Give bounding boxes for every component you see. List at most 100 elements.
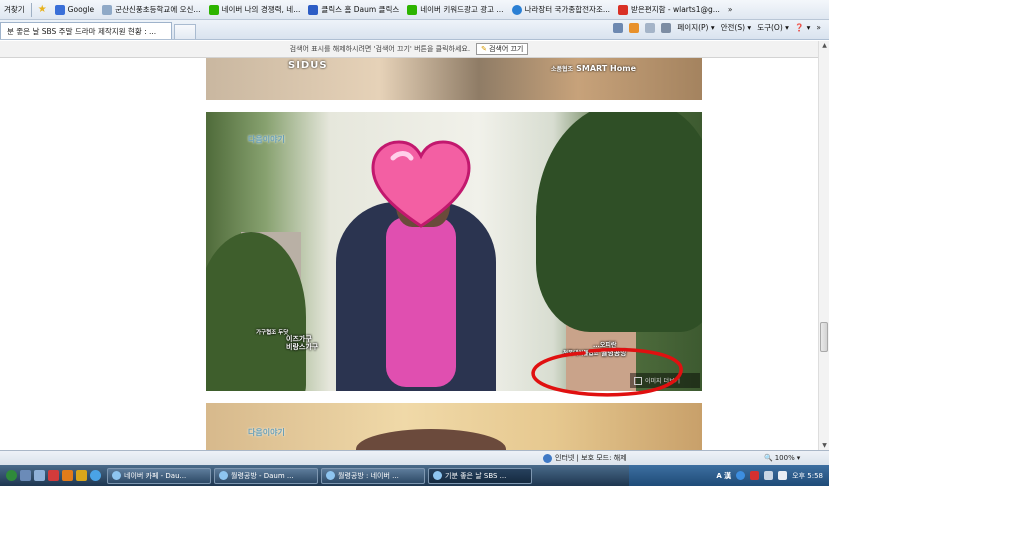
favorite-label: Google — [67, 5, 95, 14]
ie-icon — [326, 471, 335, 480]
pencil-icon: ✎ — [481, 45, 487, 53]
network-icon[interactable] — [764, 471, 774, 480]
favorite-label: 받은편지함 - wlarts1@g... — [631, 5, 720, 14]
taskbar-button[interactable]: 월령공방 - Daum ... — [214, 467, 318, 484]
zoom-icon: 🔍 — [764, 454, 773, 462]
google-icon — [54, 4, 65, 15]
divider — [30, 2, 32, 17]
ie-icon — [219, 471, 228, 480]
taskbar-label: 월령공방 : 네이버 ... — [338, 471, 399, 480]
tools-menu[interactable]: 도구(O) ▾ — [757, 22, 789, 33]
zone-label: 인터넷 | 보호 모드: 해제 — [555, 454, 627, 462]
favorite-link-naver[interactable]: 네이버 나의 경쟁력, 네... — [205, 0, 305, 19]
infobar-message: 검색어 표시를 해제하시려면 '검색어 끄기' 버튼을 클릭하세요. — [289, 45, 471, 53]
new-tab-button[interactable] — [174, 24, 196, 39]
windows-taskbar: 네이버 카페 - Dau... 월령공방 - Daum ... 월령공방 : 네… — [0, 465, 829, 486]
show-desktop-icon[interactable] — [20, 470, 31, 481]
scroll-thumb[interactable] — [820, 322, 828, 352]
favorite-link-gmail[interactable]: 받은편지함 - wlarts1@g... — [614, 0, 724, 19]
gmail-icon — [618, 4, 628, 15]
app-icon[interactable] — [48, 470, 59, 481]
drama-still-bottom[interactable]: 다음이야기 — [206, 403, 702, 450]
daum-story-logo: 다음이야기 — [248, 428, 285, 437]
switch-windows-icon[interactable] — [34, 470, 45, 481]
ime-indicator[interactable]: A 漢 — [716, 471, 731, 481]
furniture-caption: 가구협조 두닷 이즈가구 비랑스가구 — [256, 330, 318, 351]
clock[interactable]: 오후 5:58 — [792, 471, 823, 481]
brand-label: SMART Home — [576, 64, 637, 73]
tab-title: 분 좋은 날 SBS 주말 드라마 제작지원 현황 : ... — [7, 26, 157, 36]
vertical-scrollbar[interactable]: ▲ ▼ — [818, 41, 829, 450]
tab-active[interactable]: 분 좋은 날 SBS 주말 드라마 제작지원 현황 : ... — [0, 22, 172, 39]
scroll-up-arrow-icon[interactable]: ▲ — [820, 41, 829, 50]
drama-still-top[interactable]: SIDUS 소품협조 SMART Home — [206, 58, 702, 100]
antivirus-icon[interactable] — [750, 471, 760, 480]
heart-icon — [371, 140, 471, 228]
favorite-link-daum-clix[interactable]: 클릭스 홈 Daum 클릭스 — [304, 0, 403, 19]
tree-right — [536, 112, 702, 332]
favorites-bar: 겨찾기 ★ Google 군산신풍초등학교에 오신... 네이버 나의 경쟁력,… — [0, 0, 829, 20]
search-highlight-off-button[interactable]: ✎ 검색어 끄기 — [476, 43, 529, 55]
quick-launch — [0, 470, 101, 481]
command-overflow-button[interactable]: » — [816, 23, 821, 32]
zoom-level: 100% — [774, 454, 795, 462]
ie-icon — [433, 471, 442, 480]
app-icon[interactable] — [76, 470, 87, 481]
security-zone[interactable]: 인터넷 | 보호 모드: 해제 — [543, 453, 627, 463]
taskbar-label: 월령공방 - Daum ... — [231, 471, 294, 480]
naver-icon — [407, 4, 418, 15]
sidus-logo: SIDUS — [288, 60, 328, 71]
start-orb-icon[interactable] — [6, 470, 17, 481]
favorite-label: 나라장터 국가종합전자조... — [524, 5, 610, 14]
daum-icon — [308, 4, 319, 15]
zoom-control[interactable]: 🔍 100% ▾ — [764, 454, 800, 462]
print-icon[interactable] — [661, 22, 672, 33]
help-menu[interactable]: ❓ ▾ — [795, 23, 811, 32]
smart-home-logo: 소품협조 SMART Home — [551, 64, 636, 73]
taskbar-label: 네이버 카페 - Dau... — [124, 471, 187, 480]
status-bar: 인터넷 | 보호 모드: 해제 🔍 100% ▾ — [0, 450, 829, 465]
ie-icon[interactable] — [90, 470, 101, 481]
page-icon — [102, 4, 113, 15]
help-icon[interactable] — [736, 471, 746, 480]
taskbar-label: 기분 좋은 날 SBS ... — [445, 471, 507, 480]
search-highlight-infobar: 검색어 표시를 해제하시려면 '검색어 끄기' 버튼을 클릭하세요. ✎ 검색어 … — [0, 41, 818, 58]
page-menu[interactable]: 페이지(P) ▾ — [677, 22, 714, 33]
ie-icon — [112, 471, 121, 480]
favorite-link-google[interactable]: Google — [51, 0, 98, 19]
globe-icon — [543, 453, 552, 463]
mail-icon[interactable] — [645, 22, 656, 33]
chevron-down-icon: ▾ — [796, 454, 801, 462]
favorite-label: 군산신풍초등학교에 오신... — [115, 5, 201, 14]
pink-scarf — [386, 217, 456, 387]
favorite-link-naver-ads[interactable]: 네이버 키워드광고 광고 ... — [403, 0, 507, 19]
favorite-label: 네이버 키워드광고 광고 ... — [420, 5, 504, 14]
app-icon[interactable] — [62, 470, 73, 481]
button-label: 검색어 끄기 — [488, 45, 524, 53]
taskbar-button-active[interactable]: 기분 좋은 날 SBS ... — [428, 467, 532, 484]
page-content: SIDUS 소품협조 SMART Home 다음이야기 가구협조 두닷 이즈가구 … — [0, 58, 818, 450]
scroll-down-arrow-icon[interactable]: ▼ — [820, 441, 829, 450]
volume-icon[interactable] — [778, 471, 788, 480]
taskbar-button[interactable]: 네이버 카페 - Dau... — [107, 467, 211, 484]
sponsor-label: 소품협조 — [551, 66, 574, 73]
favorites-overflow-button[interactable]: » — [724, 0, 737, 19]
red-annotation-circle — [531, 347, 683, 397]
taskbar-button[interactable]: 월령공방 : 네이버 ... — [321, 467, 425, 484]
system-tray: A 漢 오후 5:58 — [629, 465, 829, 486]
command-bar: 페이지(P) ▾ 안전(S) ▾ 도구(O) ▾ ❓ ▾ » — [613, 22, 821, 33]
safety-menu[interactable]: 안전(S) ▾ — [721, 22, 752, 33]
favorites-label[interactable]: 겨찾기 — [0, 0, 29, 19]
person-head — [356, 429, 506, 450]
globe-icon — [511, 4, 522, 15]
screenshot: 겨찾기 ★ Google 군산신풍초등학교에 오신... 네이버 나의 경쟁력,… — [0, 0, 829, 486]
favorite-label: 네이버 나의 경쟁력, 네... — [221, 5, 301, 14]
favorite-link-school[interactable]: 군산신풍초등학교에 오신... — [98, 0, 204, 19]
home-icon[interactable] — [613, 22, 624, 33]
feeds-icon[interactable] — [629, 22, 640, 33]
caption-line-2: 비랑스가구 — [286, 342, 319, 351]
favorite-link-g2b[interactable]: 나라장터 국가종합전자조... — [508, 0, 614, 19]
favorite-label: 클릭스 홈 Daum 클릭스 — [321, 5, 400, 14]
daum-story-logo: 다음이야기 — [248, 135, 285, 144]
add-favorite-star-icon[interactable]: ★ — [34, 0, 51, 19]
